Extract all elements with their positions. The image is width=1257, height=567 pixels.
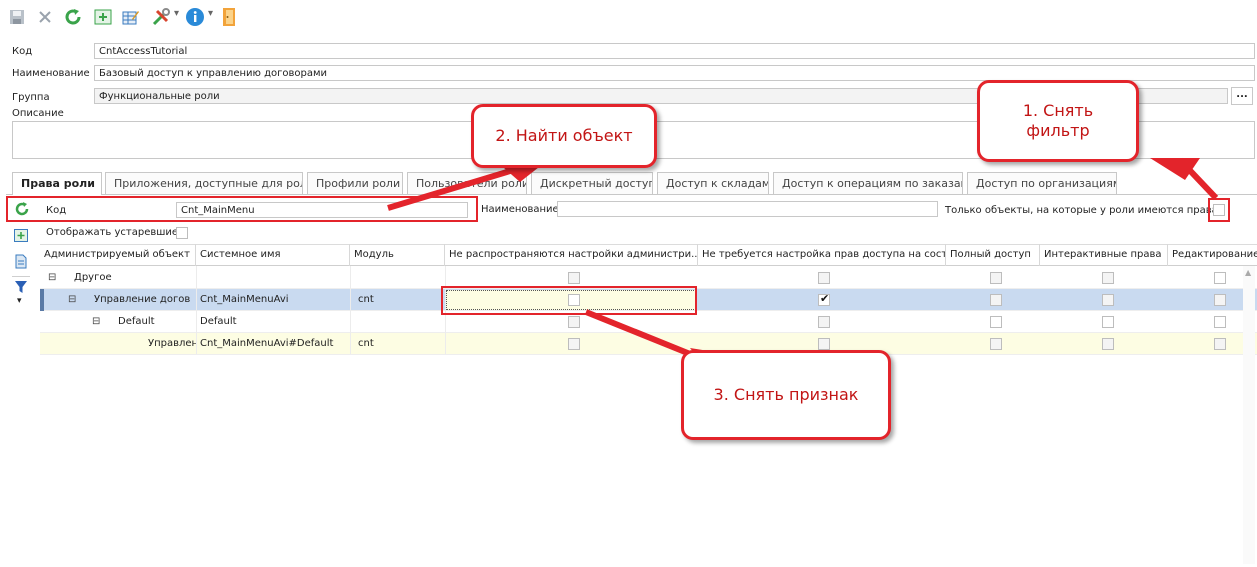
callout-find-object: 2. Найти объект <box>471 104 657 168</box>
callout-uncheck-flag: 3. Снять признак <box>681 350 891 440</box>
callout-remove-filter: 1. Снять фильтр <box>977 80 1139 162</box>
